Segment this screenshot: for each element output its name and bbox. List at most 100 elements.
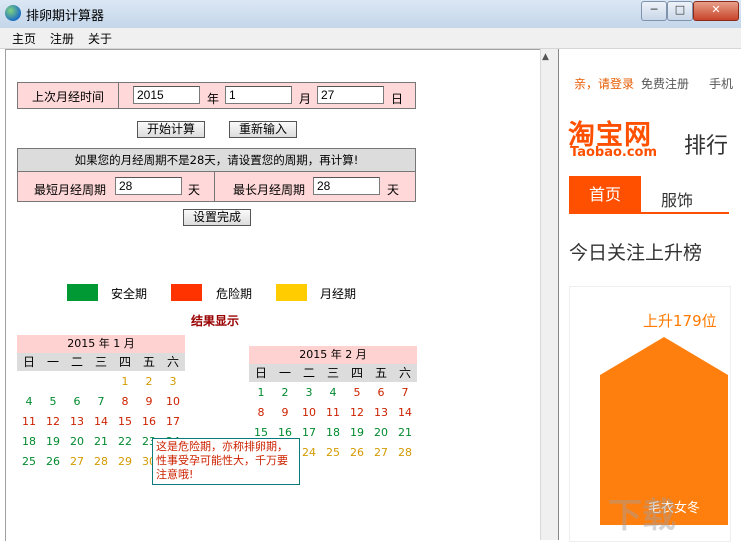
month-input[interactable] <box>225 86 292 104</box>
calendar-day[interactable]: 19 <box>41 435 65 449</box>
close-button[interactable]: ✕ <box>693 1 739 21</box>
minimize-button[interactable]: ─ <box>641 1 667 21</box>
start-calc-button[interactable]: 开始计算 <box>137 121 205 138</box>
taobao-login-link[interactable]: 亲，请登录 <box>574 75 634 92</box>
calendar-day[interactable]: 28 <box>89 455 113 469</box>
calendar-day[interactable]: 7 <box>89 395 113 409</box>
calendar-day[interactable]: 11 <box>321 406 345 420</box>
calendar-day[interactable]: 8 <box>249 406 273 420</box>
menu-home[interactable]: 主页 <box>12 30 36 47</box>
calendar-day[interactable]: 28 <box>393 446 417 460</box>
calendar-day[interactable]: 26 <box>41 455 65 469</box>
today-rising-heading: 今日关注上升榜 <box>569 242 703 264</box>
max-cycle-input[interactable] <box>313 177 380 195</box>
calendar-day[interactable]: 1 <box>113 375 137 389</box>
calendar-day[interactable]: 10 <box>161 395 185 409</box>
danger-period-tooltip: 这是危险期，亦称排卵期，性事受孕可能性大，千万要注意哦! <box>152 438 300 485</box>
tab-clothes[interactable]: 服饰 <box>661 187 693 211</box>
calendar-day[interactable]: 15 <box>113 415 137 429</box>
period-legend-swatch <box>276 284 307 301</box>
calendar-day[interactable]: 20 <box>65 435 89 449</box>
calendar-day[interactable]: 19 <box>345 426 369 440</box>
taobao-register-link[interactable]: 免费注册 <box>641 75 689 92</box>
row-divider <box>214 171 215 202</box>
maximize-button[interactable]: □ <box>667 1 693 21</box>
period-legend-label: 月经期 <box>320 287 357 301</box>
calendar-day[interactable]: 13 <box>369 406 393 420</box>
last-period-label: 上次月经时间 <box>32 90 105 104</box>
max-cycle-unit: 天 <box>387 183 400 197</box>
calendar-day[interactable]: 3 <box>161 375 185 389</box>
calendar-day[interactable]: 27 <box>65 455 89 469</box>
calendar-day[interactable]: 7 <box>393 386 417 400</box>
vertical-scrollbar[interactable] <box>540 49 558 540</box>
settings-done-button[interactable]: 设置完成 <box>183 209 251 226</box>
calendar-day[interactable]: 16 <box>137 415 161 429</box>
calendar-day[interactable]: 13 <box>65 415 89 429</box>
taobao-logo-sub: Taobao.com <box>570 145 658 160</box>
calendar-day[interactable]: 18 <box>321 426 345 440</box>
calendar-day[interactable]: 1 <box>249 386 273 400</box>
calendar-day[interactable]: 6 <box>369 386 393 400</box>
calendar-day[interactable]: 11 <box>17 415 41 429</box>
tab-home[interactable]: 首页 <box>569 176 641 214</box>
calendar-day[interactable]: 4 <box>17 395 41 409</box>
calendar-day[interactable]: 21 <box>393 426 417 440</box>
calendar-day[interactable]: 2 <box>273 386 297 400</box>
calendar-day[interactable]: 20 <box>369 426 393 440</box>
calendar-day[interactable]: 27 <box>369 446 393 460</box>
weekday-label: 二 <box>70 355 83 369</box>
row-divider <box>118 82 119 109</box>
year-input[interactable] <box>133 86 200 104</box>
min-cycle-input[interactable] <box>115 177 182 195</box>
weekday-label: 二 <box>302 366 315 380</box>
calendar-day[interactable]: 21 <box>89 435 113 449</box>
danger-legend-swatch <box>171 284 202 301</box>
calendar-day[interactable]: 24 <box>297 446 321 460</box>
calendar-day[interactable]: 14 <box>393 406 417 420</box>
calendar-day[interactable]: 5 <box>345 386 369 400</box>
calendar-day[interactable]: 5 <box>41 395 65 409</box>
reset-button[interactable]: 重新输入 <box>229 121 297 138</box>
calendar-day[interactable]: 17 <box>297 426 321 440</box>
calendar-day[interactable]: 12 <box>345 406 369 420</box>
scroll-up-arrow-icon[interactable]: ▲ <box>542 52 549 62</box>
rank-heading: 排行 <box>684 134 729 159</box>
calendar-day[interactable]: 2 <box>137 375 161 389</box>
weekday-label: 五 <box>142 355 155 369</box>
day-input[interactable] <box>317 86 384 104</box>
danger-legend-label: 危险期 <box>216 287 253 301</box>
calendar-day[interactable]: 12 <box>41 415 65 429</box>
taobao-phone-link[interactable]: 手机 <box>709 75 733 92</box>
calendar-day[interactable]: 22 <box>113 435 137 449</box>
calendar-day[interactable]: 6 <box>65 395 89 409</box>
app-globe-icon <box>5 5 21 21</box>
calendar-day[interactable]: 17 <box>161 415 185 429</box>
calendar-day[interactable]: 18 <box>17 435 41 449</box>
calendar-day[interactable]: 9 <box>137 395 161 409</box>
weekday-label: 日 <box>254 366 267 380</box>
cycle-hint-text: 如果您的月经周期不是28天，请设置您的周期，再计算! <box>74 153 359 167</box>
calendar-day[interactable]: 26 <box>345 446 369 460</box>
calendar-day[interactable]: 9 <box>273 406 297 420</box>
calendar-day[interactable]: 10 <box>297 406 321 420</box>
weekday-label: 一 <box>278 366 291 380</box>
calendar-day[interactable]: 25 <box>17 455 41 469</box>
weekday-label: 三 <box>326 366 339 380</box>
result-title: 结果显示 <box>191 314 240 328</box>
calendar-day[interactable]: 25 <box>321 446 345 460</box>
day-unit: 日 <box>391 92 404 106</box>
calendar-day[interactable]: 4 <box>321 386 345 400</box>
calendar-day[interactable]: 29 <box>113 455 137 469</box>
calendar-day[interactable]: 3 <box>297 386 321 400</box>
weekday-label: 六 <box>166 355 179 369</box>
tab-underline <box>641 212 729 214</box>
calendar-day[interactable]: 8 <box>113 395 137 409</box>
weekday-label: 一 <box>46 355 59 369</box>
title-bar <box>0 0 741 29</box>
calendar-day[interactable]: 14 <box>89 415 113 429</box>
month-unit: 月 <box>299 92 312 106</box>
menu-register[interactable]: 注册 <box>50 30 74 47</box>
menu-about[interactable]: 关于 <box>88 30 112 47</box>
weekday-label: 日 <box>22 355 35 369</box>
